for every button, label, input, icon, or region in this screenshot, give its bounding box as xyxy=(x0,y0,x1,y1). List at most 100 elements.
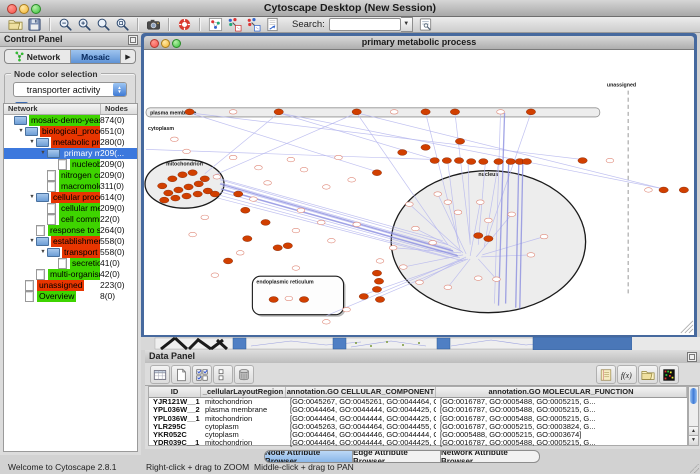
tree-row[interactable]: Overview8(0) xyxy=(4,291,137,302)
scrollbar-thumb[interactable] xyxy=(690,388,697,404)
delete-attribute-icon[interactable] xyxy=(234,365,254,384)
tree-row[interactable]: ▼metabolic process280(0) xyxy=(4,137,137,148)
tree-row[interactable]: macromolecule311(0) xyxy=(4,181,137,192)
tab-edge-attribute-browser[interactable]: Edge Attribute Browser xyxy=(353,451,441,462)
table-row[interactable]: YPL036W__1mitochondrion[GO:0044464, GO:0… xyxy=(149,415,687,423)
tree-row[interactable]: ▼transport558(0) xyxy=(4,247,137,258)
tree-row-count: 264(0) xyxy=(100,225,137,236)
expand-triangle-icon[interactable]: ▼ xyxy=(28,236,36,247)
table-cell: cytoplasm xyxy=(201,423,286,431)
search-input[interactable] xyxy=(329,18,401,31)
table-column-header[interactable]: annotation.GO MOLECULAR_FUNCTION xyxy=(436,387,687,397)
new-attribute-icon[interactable] xyxy=(171,365,191,384)
net-close-icon[interactable] xyxy=(150,39,159,48)
tab-network-attribute-browser[interactable]: Network Attribute Browser xyxy=(441,451,539,462)
unselect-attributes-icon[interactable] xyxy=(213,365,233,384)
folder-icon xyxy=(25,127,38,136)
tree-row[interactable]: response to stimulu264(0) xyxy=(4,225,137,236)
network-view-icon[interactable] xyxy=(207,17,224,32)
control-panel-title: Control Panel xyxy=(4,34,63,44)
tree-row-count: 614(0) xyxy=(100,192,137,203)
tree-row-label: mosaic-demo-yeast xyxy=(29,115,107,126)
tab-mosaic[interactable]: Mosaic xyxy=(71,50,121,63)
layout-icon-a[interactable] xyxy=(226,17,243,32)
tab-node-attribute-browser[interactable]: Node Attribute Browser xyxy=(265,451,353,462)
net-zoom-icon[interactable] xyxy=(172,39,181,48)
open-session-icon[interactable] xyxy=(7,17,24,32)
float-panel-icon[interactable] xyxy=(128,35,138,45)
net-minimize-icon[interactable] xyxy=(161,39,170,48)
minimize-window-icon[interactable] xyxy=(19,4,29,14)
zoom-selected-icon[interactable] xyxy=(95,17,112,32)
tree-row[interactable]: unassigned223(0) xyxy=(4,280,137,291)
file-icon xyxy=(25,291,34,302)
table-row[interactable]: YDR039C__1mitochondrion[GO:0044464, GO:0… xyxy=(149,439,687,447)
annotation-icon[interactable] xyxy=(264,17,281,32)
formula-builder-icon[interactable]: f(x) xyxy=(617,365,637,384)
layout-icon-b[interactable] xyxy=(245,17,262,32)
zoom-out-icon[interactable] xyxy=(57,17,74,32)
tree-row-count: 209(0) xyxy=(100,159,137,170)
tree-row-count: 223(0) xyxy=(100,280,137,291)
table-cell: [GO:0016787, GO:0005488, GO:0005215, G..… xyxy=(436,415,687,423)
select-attributes-icon[interactable] xyxy=(192,365,212,384)
table-column-header[interactable]: annotation.GO CELLULAR_COMPONENT xyxy=(286,387,436,397)
network-canvas[interactable]: plasma membranecytoplasmmitochondrionnuc… xyxy=(144,50,694,335)
window-resize-grip[interactable] xyxy=(690,464,699,473)
search-dropdown-button[interactable]: ▼ xyxy=(401,17,413,32)
zoom-fit-icon[interactable] xyxy=(114,17,131,32)
expand-triangle-icon[interactable]: ▼ xyxy=(39,148,47,159)
table-cell: [GO:0045267, GO:0045261, GO:0044464, G..… xyxy=(286,398,436,406)
table-scrollbar[interactable]: ▲ ▼ xyxy=(688,386,699,446)
svg-text:unassigned: unassigned xyxy=(607,83,636,89)
status-welcome: Welcome to Cytoscape 2.8.1 xyxy=(8,462,117,472)
tree-row[interactable]: cell communicat22(0) xyxy=(4,214,137,225)
help-lifebuoy-icon[interactable] xyxy=(176,17,193,32)
zoom-in-icon[interactable] xyxy=(76,17,93,32)
network-view-title: primary metabolic process xyxy=(144,36,694,49)
tree-row[interactable]: mosaic-demo-yeast874(0) xyxy=(4,115,137,126)
tree-column-nodes[interactable]: Nodes xyxy=(101,104,137,114)
tree-row[interactable]: secretion41(0) xyxy=(4,258,137,269)
heatmap-icon[interactable] xyxy=(659,365,679,384)
file-icon xyxy=(36,225,45,236)
attribute-table-icon[interactable] xyxy=(150,365,170,384)
zoom-window-icon[interactable] xyxy=(31,4,41,14)
expand-triangle-icon[interactable]: ▼ xyxy=(17,126,25,137)
tree-row[interactable]: nitrogen compo209(0) xyxy=(4,170,137,181)
table-column-header[interactable]: _cellularLayoutRegion xyxy=(201,387,286,397)
table-row[interactable]: YKR052Ccytoplasm[GO:0044464, GO:0044446,… xyxy=(149,431,687,439)
tab-overflow-arrow[interactable]: ▶ xyxy=(121,50,135,63)
attribute-list-icon[interactable] xyxy=(596,365,616,384)
table-column-header[interactable]: ID xyxy=(149,387,201,397)
status-pan-hint: Middle-click + drag to PAN xyxy=(254,462,354,472)
float-data-panel-icon[interactable] xyxy=(687,352,697,362)
folder-icon xyxy=(47,149,60,158)
tree-row[interactable]: nucleobase-209(0) xyxy=(4,159,137,170)
tree-row-count: 558(0) xyxy=(100,247,137,258)
attribute-select-dropdown[interactable]: transporter activity ▲▼ xyxy=(13,82,127,97)
save-session-icon[interactable] xyxy=(26,17,43,32)
snapshot-camera-icon[interactable] xyxy=(145,17,162,32)
tree-row[interactable]: ▼primary metabo209(... xyxy=(4,148,137,159)
file-icon xyxy=(47,203,56,214)
import-attributes-icon[interactable] xyxy=(638,365,658,384)
expand-triangle-icon[interactable]: ▼ xyxy=(28,192,36,203)
scroll-down-icon[interactable]: ▼ xyxy=(689,435,698,445)
tree-row[interactable]: ▼biological_process651(0) xyxy=(4,126,137,137)
tree-row[interactable]: ▼establishment of lo558(0) xyxy=(4,236,137,247)
tree-column-network[interactable]: Network xyxy=(4,104,101,114)
close-window-icon[interactable] xyxy=(7,4,17,14)
table-row[interactable]: YLR295Ccytoplasm[GO:0045263, GO:0044464,… xyxy=(149,423,687,431)
tree-row[interactable]: multi-organism pro42(0) xyxy=(4,269,137,280)
table-row[interactable]: YJR121W__1mitochondrion[GO:0045267, GO:0… xyxy=(149,398,687,406)
search-options-icon[interactable] xyxy=(417,17,434,32)
expand-triangle-icon[interactable]: ▼ xyxy=(39,247,47,258)
tab-network[interactable]: Network xyxy=(5,50,71,63)
tree-row[interactable]: cellular metabol209(0) xyxy=(4,203,137,214)
background-windows-art xyxy=(141,337,700,350)
table-row[interactable]: YPL036W__2plasma membrane[GO:0044464, GO… xyxy=(149,406,687,414)
expand-triangle-icon[interactable]: ▼ xyxy=(28,137,36,148)
svg-text:endoplasmic reticulum: endoplasmic reticulum xyxy=(256,279,314,285)
tree-row[interactable]: ▼cellular process614(0) xyxy=(4,192,137,203)
